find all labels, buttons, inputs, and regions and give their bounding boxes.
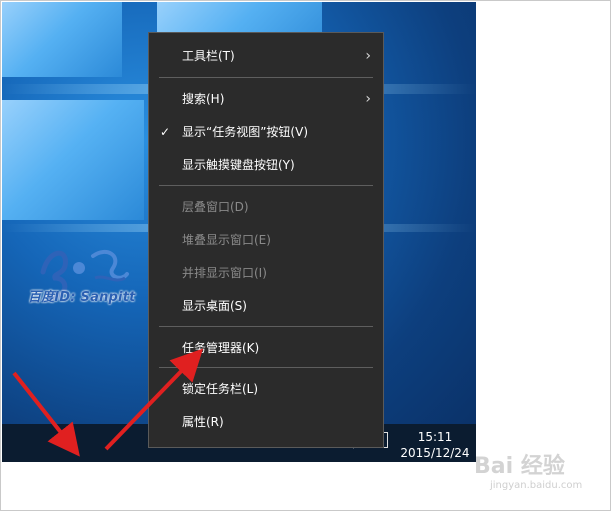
clock-date: 2015/12/24 [400, 446, 470, 460]
menu-separator [159, 77, 373, 78]
menu-separator [159, 185, 373, 186]
menu-item-cascade-windows: 层叠窗口(D) [182, 200, 249, 214]
watermark-caption: 百度ID: Sanpitt [28, 290, 136, 305]
menu-item-search[interactable]: 搜索(H) › [149, 85, 383, 113]
taskbar-clock[interactable]: 15:11 2015/12/24 [396, 429, 474, 461]
taskbar-context-menu: 工具栏(T) › 搜索(H) › ✓ 显示“任务视图”按钮(V) 显示触摸键盘按… [148, 32, 384, 448]
checkmark-icon: ✓ [160, 382, 171, 396]
menu-item-task-manager[interactable]: 任务管理器(K) [149, 334, 383, 362]
clock-time: 15:11 [417, 430, 453, 444]
watermark-url: jingyan.baidu.com [490, 480, 583, 491]
menu-item-toolbars[interactable]: 工具栏(T) › [149, 42, 383, 70]
menu-separator [159, 326, 373, 327]
chevron-right-icon: › [365, 91, 371, 107]
menu-item-show-touch-keyboard-button[interactable]: 显示触摸键盘按钮(Y) [149, 151, 383, 179]
menu-item-stack-windows: 堆叠显示窗口(E) [182, 233, 271, 247]
chevron-right-icon: › [365, 48, 371, 64]
watermark-brand: Bai 经验 [474, 454, 565, 479]
menu-item-show-task-view-button[interactable]: ✓ 显示“任务视图”按钮(V) [149, 118, 383, 146]
menu-item-show-desktop[interactable]: 显示桌面(S) [149, 292, 383, 320]
menu-item-side-by-side-windows: 并排显示窗口(I) [182, 266, 267, 280]
checkmark-icon: ✓ [160, 125, 171, 139]
menu-item-lock-taskbar[interactable]: ✓ 锁定任务栏(L) [149, 375, 383, 403]
menu-item-properties[interactable]: 属性(R) [149, 408, 383, 436]
menu-separator [159, 367, 373, 368]
